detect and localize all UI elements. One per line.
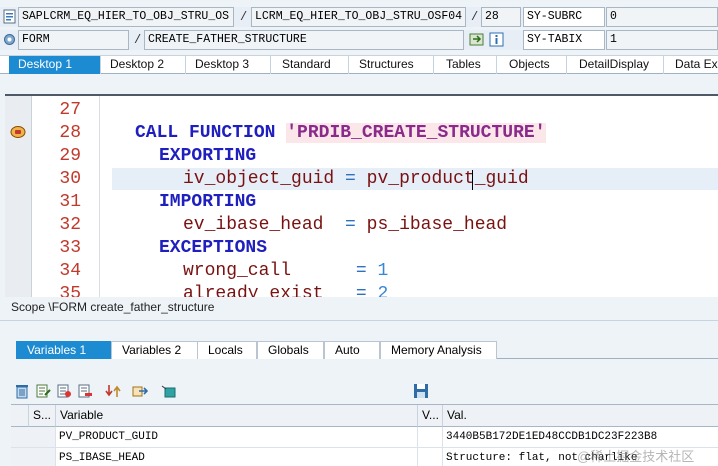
column-header-value[interactable]: Val. [443,405,718,427]
operator: = [355,284,367,297]
tab-variables-1[interactable]: Variables 1 [16,341,112,359]
line-number-divider [99,96,100,297]
tab-memory-analysis[interactable]: Memory Analysis [380,341,497,359]
identifier: iv_object_guid [183,169,335,189]
code-line-35: already_exist = 2 [183,284,388,297]
tab-auto[interactable]: Auto [324,341,380,359]
code-line-28: CALL FUNCTION 'PRDIB_CREATE_STRUCTURE' [135,123,546,143]
tab-desktop-1[interactable]: Desktop 1 [9,56,101,74]
line-number: 27 [59,100,81,120]
code-line-30: iv_object_guid = pv_product_guid [183,169,529,189]
scope-label: Scope \FORM create_father_structure [11,300,215,314]
divider [0,320,718,321]
keyword: EXCEPTIONS [159,238,268,258]
identifier: ps_ibase_head [366,215,508,235]
sysfield-name-2[interactable]: SY-TABIX [523,30,605,50]
info-icon[interactable] [489,32,504,47]
settings-gear-icon [2,32,17,47]
tab-desktop-2[interactable]: Desktop 2 [101,56,186,74]
code-line-29: EXPORTING [159,146,256,166]
variable-name-cell[interactable]: PV_PRODUCT_GUID [56,427,418,448]
line-number: 32 [59,215,81,235]
line-number: 30 [59,169,81,189]
debugger-info-row-1: SAPLCRM_EQ_HIER_TO_OBJ_STRU_OS / LCRM_EQ… [0,7,718,27]
row-selector[interactable] [11,448,56,466]
string-literal: 'PRDIB_CREATE_STRUCTURE' [286,123,546,143]
row-selector-header[interactable] [11,405,29,427]
sysfield-name-1[interactable]: SY-SUBRC [523,7,605,27]
code-line-32: ev_ibase_head = ps_ibase_head [183,215,507,235]
program-field[interactable]: SAPLCRM_EQ_HIER_TO_OBJ_STRU_OS [18,7,234,27]
value-change-icon[interactable] [469,32,484,47]
number-literal: 1 [377,261,389,281]
save-icon[interactable] [413,383,429,399]
tab-standard[interactable]: Standard [271,56,349,74]
value-cell[interactable]: 3440B5B172DE1ED48CCDB1DC23F223B8 [443,427,718,448]
line-number: 33 [59,238,81,258]
tab-objects[interactable]: Objects [497,56,567,74]
tab-desktop-3[interactable]: Desktop 3 [186,56,271,74]
variables-tabbar: Variables 1 Variables 2 Locals Globals A… [16,341,718,359]
column-header-variable[interactable]: Variable [56,405,418,427]
line-number: 29 [59,146,81,166]
row-selector[interactable] [11,427,56,448]
insert-icon[interactable] [56,383,72,399]
code-line-33: EXCEPTIONS [159,238,267,258]
v-cell[interactable] [418,427,443,448]
variable-name-cell[interactable]: PS_IBASE_HEAD [56,448,418,466]
delete-icon[interactable] [14,383,30,399]
include-field[interactable]: LCRM_EQ_HIER_TO_OBJ_STRU_OSF04 [251,7,466,27]
separator: / [240,10,248,24]
line-number: 35 [59,284,81,297]
operator: = [345,169,356,189]
sysfield-value-2[interactable]: 1 [606,30,718,50]
separator: / [134,33,142,47]
source-code-editor[interactable]: 27 28 29 30 31 32 33 34 35 CALL FUNCTION… [5,94,718,297]
watermark: @稀土掘金技术社区 [577,449,695,464]
tab-tables[interactable]: Tables [434,56,497,74]
v-cell[interactable] [418,448,443,466]
sort-icon[interactable] [105,383,121,399]
keyword: CALL FUNCTION [135,123,276,143]
column-header-v[interactable]: V... [418,405,443,427]
debugger-info-row-2: FORM / CREATE_FATHER_STRUCTURE SY-TABIX … [0,30,718,50]
line-number: 34 [59,261,81,281]
tab-globals[interactable]: Globals [257,341,324,359]
code-line-34: wrong_call = 1 [183,261,388,281]
tab-data-explorer[interactable]: Data Explorer [664,56,718,74]
identifier: already_exist [183,284,324,297]
event-type-field[interactable]: FORM [18,30,129,50]
desktop-tabbar: Desktop 1 Desktop 2 Desktop 3 Standard S… [0,55,718,74]
keyword: IMPORTING [159,192,257,212]
line-number: 31 [59,192,81,212]
code-line-31: IMPORTING [159,192,256,212]
program-icon [2,9,17,24]
column-header-status[interactable]: S... [29,405,56,427]
line-number: 28 [59,123,81,143]
separator: / [471,10,479,24]
tab-structures[interactable]: Structures [349,56,434,74]
number-literal: 2 [377,284,389,297]
transfer-icon[interactable] [161,383,177,399]
remove-icon[interactable] [77,383,93,399]
identifier: ev_ibase_head [183,215,324,235]
event-name-field[interactable]: CREATE_FATHER_STRUCTURE [144,30,464,50]
sysfield-value-1[interactable]: 0 [606,7,718,27]
line-field[interactable]: 28 [481,7,521,27]
text-cursor [472,170,473,190]
tab-locals[interactable]: Locals [197,341,257,359]
keyword: EXPORTING [159,146,257,166]
breakpoint-icon[interactable] [9,125,27,139]
identifier: wrong_call [183,261,292,281]
operator: = [345,215,356,235]
export-icon[interactable] [132,383,149,399]
operator: = [355,261,367,281]
edit-icon[interactable] [35,383,51,399]
identifier: pv_product_guid [366,169,529,189]
tab-variables-2[interactable]: Variables 2 [111,341,207,359]
tab-detaildisplay[interactable]: DetailDisplay [567,56,664,74]
